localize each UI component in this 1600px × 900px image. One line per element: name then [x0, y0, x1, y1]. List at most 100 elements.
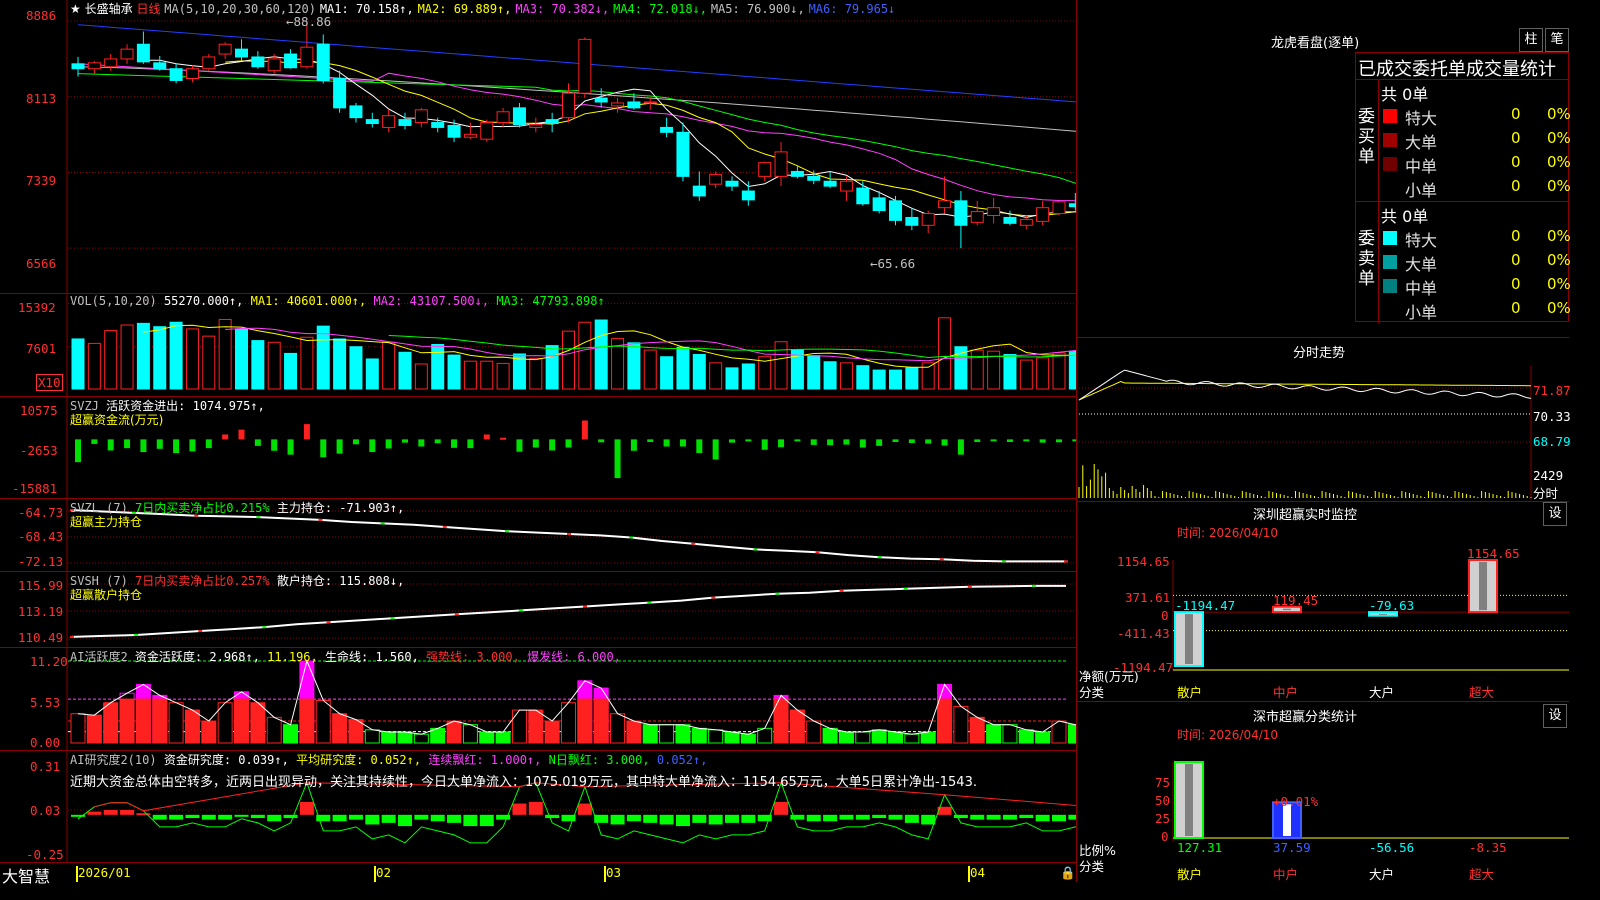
activity-bar: [545, 721, 559, 743]
line-marker: [840, 590, 844, 592]
order-percent: 0%: [1547, 227, 1571, 245]
bar-mode-button[interactable]: 柱: [1519, 28, 1543, 52]
activity-bar-base: [938, 699, 952, 743]
candle-body: [612, 103, 624, 106]
sz-monitor-panel[interactable]: 深圳超赢实时监控 设 时间: 2026/04/10 1154.65 371.61…: [1077, 502, 1569, 702]
sz2-tick: 50: [1155, 793, 1170, 808]
volume-bar: [252, 341, 264, 389]
flow-bar: [500, 438, 506, 440]
kline-area[interactable]: ★ 长盛轴承 日线 MA(5,10,20,30,60,120) MA1: 70.…: [0, 0, 1076, 882]
line-marker: [519, 609, 523, 611]
order-count: 0: [1511, 153, 1521, 171]
flow-bar: [827, 439, 833, 445]
volume-pane[interactable]: VOL(5,10,20) 55270.000↑, MA1: 40601.000↑…: [0, 294, 1076, 397]
volume-bar: [105, 331, 117, 389]
order-percent: 0%: [1547, 153, 1571, 171]
volume-bar: [285, 353, 297, 389]
volume-bar: [873, 370, 885, 389]
candle-body: [955, 201, 967, 225]
volume-bar: [366, 359, 378, 389]
flow-bar: [271, 439, 277, 450]
candle-body: [595, 98, 607, 102]
flow-bar: [255, 439, 261, 446]
research-bar: [512, 804, 526, 815]
stock-name[interactable]: 长盛轴承: [85, 2, 133, 16]
research-bar: [709, 815, 723, 825]
volume-chart[interactable]: [0, 294, 1076, 397]
flow-bar: [402, 439, 408, 442]
order-tabs[interactable]: 已成交委托单成交量统计: [1358, 55, 1556, 81]
flow-bar: [860, 439, 866, 447]
lock-icon[interactable]: 🔒: [1060, 865, 1076, 881]
flow-bar: [615, 439, 621, 478]
tick-mode-button[interactable]: 笔: [1545, 28, 1569, 52]
flow-bar: [337, 439, 343, 453]
volume-bar: [317, 326, 329, 389]
price-tick: 8886: [26, 8, 56, 23]
volume-bar: [677, 347, 689, 389]
svsh-tick: 115.99: [18, 578, 63, 593]
buy-row: 大单 0 0%: [1379, 128, 1592, 152]
svzl-pane[interactable]: SVZL (7) 7日内买卖净占比0.215% 主力持仓: -71.903↑, …: [0, 499, 1076, 572]
order-count: 0: [1511, 129, 1521, 147]
sz-class-chart[interactable]: [1077, 702, 1569, 882]
activity-bar-base: [235, 699, 249, 743]
research-bar: [349, 815, 363, 820]
ai-research-pane[interactable]: AI研究度2(10) 资金研究度: 0.039↑, 平均研究度: 0.052↑,…: [0, 751, 1076, 862]
activity-bar: [741, 734, 755, 743]
research-bar: [120, 810, 134, 815]
ai-activity-pane[interactable]: AI活跃度2 资金活跃度: 2.968↑, 11.196, 生命线: 1.560…: [0, 648, 1076, 751]
volume-bar: [121, 325, 133, 389]
line-marker: [327, 621, 331, 623]
period-label[interactable]: 日线: [136, 2, 160, 16]
order-size-label: 中单: [1405, 153, 1437, 177]
candle-body: [186, 69, 198, 79]
volume-bar: [906, 368, 918, 389]
ai2-comment: 近期大资金总体由空转多，近两日出现异动，关注其持续性，今日大单净流入：1075.…: [70, 771, 977, 790]
volume-bar: [840, 363, 852, 389]
volume-bar: [939, 318, 951, 389]
sell-row: 大单 0 0%: [1379, 250, 1592, 274]
flow-bar: [549, 439, 555, 450]
sz-class-panel[interactable]: 深市超赢分类统计 设 时间: 2026/04/10 75 50 25 0 比例%…: [1077, 702, 1569, 882]
flow-bar: [696, 439, 702, 453]
research-bar: [921, 815, 935, 825]
ma1-line: [143, 57, 1076, 218]
svsh-value: 散户持仓: 115.808↓,: [277, 574, 404, 588]
flow-bar: [467, 439, 473, 448]
flow-bar: [108, 439, 114, 450]
candle-body: [922, 214, 934, 226]
candle-body: [791, 171, 803, 176]
line-marker: [629, 536, 633, 538]
candlestick-chart[interactable]: [0, 0, 1076, 294]
ai2-research: 资金研究度: 0.039↑,: [164, 753, 289, 767]
volume-bar: [693, 355, 705, 389]
order-count: 0: [1511, 227, 1521, 245]
research-bar: [611, 815, 625, 825]
buy-row: 小单 0 0%: [1379, 176, 1592, 200]
intraday-panel[interactable]: 分时走势 71.87 70.33 68.79 2429 分时: [1077, 338, 1569, 502]
intraday-chart[interactable]: [1077, 338, 1569, 502]
date-marker: [374, 866, 376, 882]
ma6-line: [78, 25, 1076, 109]
volume-bar: [530, 358, 542, 389]
ma2-value: MA2: 69.889↑,: [418, 2, 512, 16]
volume-bar: [628, 343, 640, 389]
research-bar: [725, 815, 739, 823]
ai2-consecutive: 连续飘红: 1.000↑,: [428, 753, 541, 767]
color-swatch: [1383, 109, 1397, 123]
price-pane[interactable]: ★ 长盛轴承 日线 MA(5,10,20,30,60,120) MA1: 70.…: [0, 0, 1076, 294]
activity-bar-base: [136, 699, 150, 743]
volume-bar: [72, 339, 84, 389]
candle-body: [203, 57, 215, 69]
order-count: 0: [1511, 177, 1521, 195]
sz2-xlabel: 分类: [1079, 856, 1104, 875]
order-size-label: 特大: [1405, 227, 1437, 251]
order-percent: 0%: [1547, 177, 1571, 195]
svsh-pane[interactable]: SVSH (7) 7日内买卖净占比0.257% 散户持仓: 115.808↓, …: [0, 572, 1076, 648]
volume-bar: [775, 342, 787, 389]
activity-bar: [905, 734, 919, 743]
star-icon[interactable]: ★: [70, 2, 81, 16]
candle-body: [726, 181, 738, 186]
svzj-pane[interactable]: SVZJ 活跃资金进出: 1074.975↑, 超赢资金流(万元) 10575 …: [0, 397, 1076, 499]
